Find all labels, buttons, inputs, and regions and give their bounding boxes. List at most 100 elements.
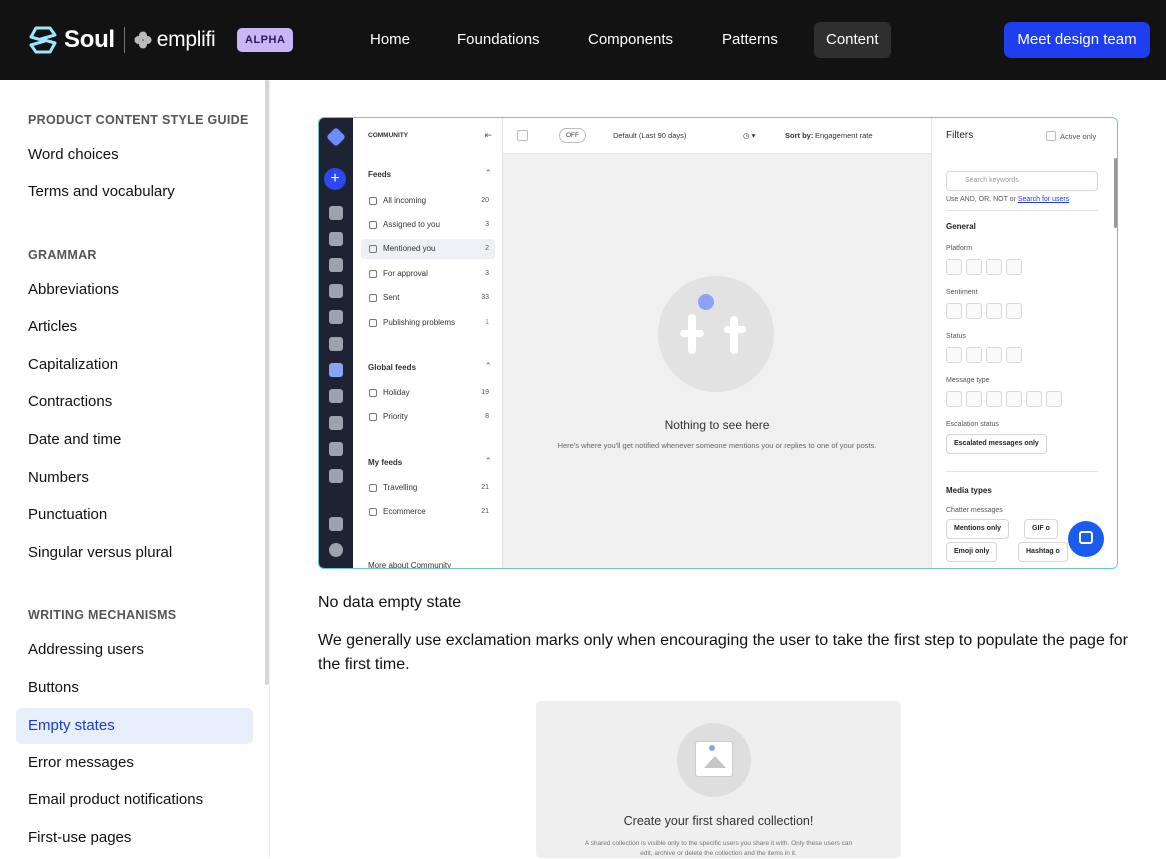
sidebar-scrollbar[interactable] (265, 80, 269, 685)
app-icon-rail: + (319, 118, 353, 568)
divider (946, 471, 1098, 472)
nav-patterns[interactable]: Patterns (710, 22, 790, 58)
calendar-icon (329, 310, 343, 324)
collection-empty-description: A shared collection is visible only to t… (584, 840, 853, 857)
nav-foundations[interactable]: Foundations (445, 22, 552, 58)
hashtag-button: Hashtag o (1018, 542, 1068, 562)
sidebar-item-singular-versus-plural[interactable]: Singular versus plural (16, 535, 253, 571)
dashboard-icon (329, 206, 343, 220)
feed-item: Ecommerce 21 (361, 502, 495, 522)
figure-caption: No data empty state (318, 594, 462, 611)
search-users-link: Search for users (1017, 196, 1070, 203)
feed-label: Holiday (383, 388, 410, 397)
moon-icon (698, 294, 714, 310)
escalated-messages-button: Escalated messages only (946, 434, 1047, 454)
analytics-icon (329, 232, 343, 246)
gif-button: GIF o (1024, 519, 1058, 539)
nav-components[interactable]: Components (576, 22, 685, 58)
feed-label: For approval (383, 269, 428, 278)
sidebar: PRODUCT CONTENT STYLE GUIDE Word choices… (0, 80, 270, 858)
general-heading: General (946, 222, 976, 231)
alpha-badge: ALPHA (237, 28, 294, 52)
sidebar-item-date-and-time[interactable]: Date and time (16, 422, 253, 458)
sidebar-item-empty-states[interactable]: Empty states (16, 708, 253, 744)
sidebar-item-email-product-notifications[interactable]: Email product notifications (16, 782, 253, 818)
feed-item: Publishing problems 1 (361, 313, 495, 333)
feed-label: Sent (383, 293, 400, 302)
clock-icon: ◷ ▾ (743, 131, 756, 140)
feed-label: All incoming (383, 196, 427, 205)
keyword-search-field: Search keywords (946, 171, 1098, 191)
partner-name: emplifi (156, 28, 216, 51)
collection-illustration (677, 723, 751, 797)
active-only-label: Active only (1060, 132, 1097, 141)
divider (946, 210, 1098, 211)
platform-label: Platform (946, 245, 973, 252)
feed-label: Travelling (383, 483, 418, 492)
feed-count: 3 (485, 221, 489, 228)
empty-state-description: Here's where you'll get notified wheneve… (557, 441, 877, 450)
avatar-icon (329, 543, 343, 557)
sidebar-item-first-use-pages[interactable]: First-use pages (16, 820, 253, 856)
image-icon (329, 258, 343, 272)
collapse-icon: ⇤ (484, 130, 492, 140)
active-only-checkbox: Active only (1046, 131, 1096, 141)
feed-item: Travelling 21 (361, 478, 495, 498)
filters-panel: Filters Active only Search keywords Use … (931, 118, 1117, 568)
community-icon (329, 363, 343, 377)
toggle-off: OFF (559, 128, 586, 143)
create-plus-icon: + (324, 168, 346, 190)
sort-prefix: Sort by: (785, 131, 814, 140)
feed-count: 19 (481, 389, 489, 396)
search-hint: Use AND, OR, NOT or Search for users (946, 196, 1069, 203)
emoji-only-button: Emoji only (946, 542, 998, 562)
status-label: Status (946, 333, 966, 340)
feed-count: 3 (485, 270, 489, 277)
feed-item: Mentioned you 2 (361, 239, 495, 259)
sidebar-item-buttons[interactable]: Buttons (16, 670, 253, 706)
sort-value: Engagement rate (815, 131, 873, 140)
feed-item: For approval 3 (361, 264, 495, 284)
escalation-label: Escalation status (946, 421, 999, 428)
feed-count: 21 (481, 484, 489, 491)
community-empty-state-screenshot: + COMMUNITY ⇤ Feeds ⌃ All incoming 20 Ass… (318, 117, 1118, 569)
meet-design-team-button[interactable]: Meet design team (1004, 22, 1150, 58)
feed-item: Assigned to you 3 (361, 215, 495, 235)
refresh-icon (329, 284, 343, 298)
body-paragraph: We generally use exclamation marks only … (318, 632, 1128, 673)
more-about-community-link: More about Community (368, 561, 452, 569)
feed-item: Priority 8 (361, 407, 495, 427)
compass-icon (329, 337, 343, 351)
feed-label: Ecommerce (383, 507, 426, 516)
message-type-label: Message type (946, 377, 990, 384)
nav-home[interactable]: Home (358, 22, 422, 58)
date-range-select: Default (Last 90 days) (613, 131, 687, 140)
select-all-checkbox (517, 130, 528, 141)
sentiment-chips (946, 303, 1022, 319)
status-chips (946, 347, 1022, 363)
chatter-label: Chatter messages (946, 507, 1003, 514)
cactus-arm (680, 330, 704, 337)
sidebar-item-abbreviations[interactable]: Abbreviations (16, 272, 253, 308)
global-feeds-heading: Global feeds (368, 363, 417, 372)
sidebar-item-terms-and-vocabulary[interactable]: Terms and vocabulary (16, 174, 253, 210)
sidebar-item-addressing-users[interactable]: Addressing users (16, 632, 253, 668)
brand-logo[interactable]: Soul emplifi (28, 25, 216, 55)
sidebar-item-word-choices[interactable]: Word choices (16, 137, 253, 173)
sidebar-item-capitalization[interactable]: Capitalization (16, 347, 253, 383)
feed-count: 8 (485, 413, 489, 420)
cactus-icon (730, 316, 738, 354)
hint-text: Use AND, OR, NOT or (946, 196, 1016, 203)
filters-scrollbar (1114, 158, 1117, 228)
feed-item: All incoming 20 (361, 191, 495, 211)
sidebar-item-error-messages[interactable]: Error messages (16, 745, 253, 781)
sidebar-item-numbers[interactable]: Numbers (16, 460, 253, 496)
nav-content[interactable]: Content (814, 22, 891, 58)
sidebar-item-articles[interactable]: Articles (16, 309, 253, 345)
sidebar-section-title: PRODUCT CONTENT STYLE GUIDE (28, 113, 249, 127)
mentions-only-button: Mentions only (946, 519, 1010, 539)
chevron-up-icon: ⌃ (484, 361, 492, 371)
feed-count: 21 (481, 508, 489, 515)
sidebar-item-contractions[interactable]: Contractions (16, 384, 253, 420)
sidebar-item-punctuation[interactable]: Punctuation (16, 497, 253, 533)
